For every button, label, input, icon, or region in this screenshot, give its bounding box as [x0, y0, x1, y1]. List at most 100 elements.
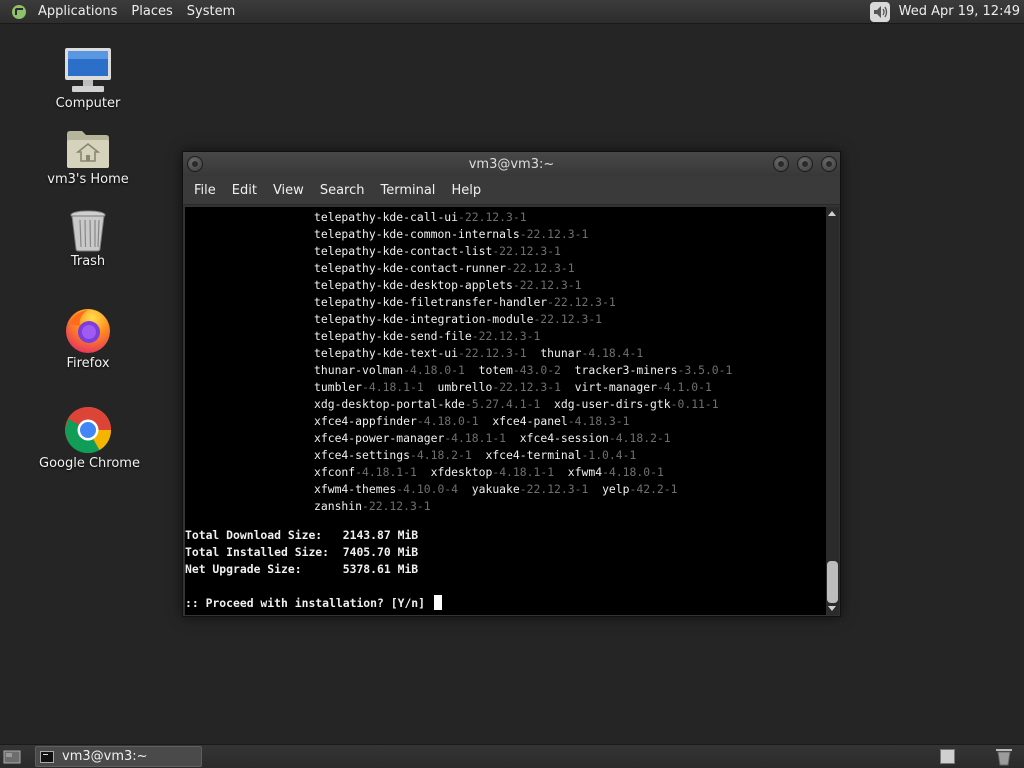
package-name: xfce4-panel [492, 414, 568, 428]
summary-upgrade: Net Upgrade Size: 5378.61 MiB [185, 562, 419, 576]
package-name: telepathy-kde-call-ui [314, 210, 459, 224]
package-name: xfce4-settings [314, 448, 411, 462]
package-name: telepathy-kde-integration-module [314, 312, 534, 326]
maximize-button[interactable] [797, 156, 813, 172]
package-name: xfwm4 [567, 465, 603, 479]
trash-icon [70, 210, 106, 252]
package-name: telepathy-kde-send-file [314, 329, 472, 343]
package-name: xdg-user-dirs-gtk [554, 397, 671, 411]
package-version: -22.12.3-1 [519, 227, 589, 241]
panel-right: Wed Apr 19, 12:49 [869, 0, 1024, 23]
window-titlebar[interactable]: vm3@vm3:~ [183, 152, 840, 176]
menu-search[interactable]: Search [312, 183, 373, 198]
package-name: xfce4-appfinder [314, 414, 417, 428]
workspace-switcher[interactable] [940, 749, 955, 764]
desktop-icon-label: Google Chrome [39, 456, 140, 471]
install-prompt: :: Proceed with installation? [Y/n] [185, 595, 442, 612]
package-version: -4.18.1-1 [362, 380, 424, 394]
package-name: tracker3-miners [574, 363, 678, 377]
taskbar-button-terminal[interactable]: vm3@vm3:~ [35, 746, 202, 767]
desktop-icon-label: Computer [55, 96, 121, 111]
package-version: -22.12.3-1 [512, 278, 582, 292]
package-name: telepathy-kde-contact-runner [314, 261, 507, 275]
package-line: xfwm4-themes-4.10.0-4 yakuake-22.12.3-1 … [314, 481, 678, 498]
package-name: xfdesktop [430, 465, 493, 479]
package-version: -1.0.4-1 [581, 448, 637, 462]
scroll-up-arrow[interactable] [828, 211, 836, 216]
prompt-text: :: Proceed with installation? [Y/n] [185, 596, 432, 610]
package-line: telepathy-kde-send-file-22.12.3-1 [314, 328, 540, 345]
scroll-thumb[interactable] [827, 561, 838, 603]
desktop-icon-trash[interactable]: Trash [39, 208, 137, 270]
close-button[interactable] [821, 156, 837, 172]
desktop-icon-computer[interactable]: Computer [39, 46, 137, 112]
package-line: telepathy-kde-text-ui-22.12.3-1 thunar-4… [314, 345, 643, 362]
system-menu[interactable]: System [180, 0, 242, 24]
package-name: telepathy-kde-common-internals [314, 227, 520, 241]
desktop-icon-home[interactable]: vm3's Home [39, 128, 137, 188]
package-line: telepathy-kde-call-ui-22.12.3-1 [314, 209, 527, 226]
package-line: telepathy-kde-contact-runner-22.12.3-1 [314, 260, 575, 277]
package-version: -0.11-1 [670, 397, 719, 411]
package-name: totem [478, 363, 513, 377]
package-line: tumbler-4.18.1-1 umbrello-22.12.3-1 virt… [314, 379, 712, 396]
desktop-icon-label: Firefox [66, 356, 110, 371]
distro-logo-icon[interactable] [11, 4, 27, 20]
menu-file[interactable]: File [186, 183, 224, 198]
package-name: thunar [540, 346, 582, 360]
window-menu-button[interactable] [187, 156, 203, 172]
package-line: thunar-volman-4.18.0-1 totem-43.0-2 trac… [314, 362, 732, 379]
summary-installed: Total Installed Size: 7405.70 MiB [185, 545, 419, 559]
show-desktop-icon[interactable] [3, 748, 21, 766]
package-version: -5.27.4.1-1 [464, 397, 541, 411]
package-version: -4.18.0-1 [416, 414, 479, 428]
applications-menu[interactable]: Applications [31, 0, 124, 24]
package-name: xfce4-terminal [485, 448, 582, 462]
terminal-scrollbar[interactable] [826, 207, 839, 615]
trash-applet-icon[interactable] [993, 747, 1015, 767]
package-name: tumbler [314, 380, 363, 394]
home-folder-icon [67, 131, 109, 168]
terminal-output[interactable]: telepathy-kde-call-ui-22.12.3-1 telepathy… [185, 207, 826, 615]
package-version: -4.18.1-1 [444, 431, 507, 445]
package-name: xfce4-session [519, 431, 609, 445]
package-version: -43.0-2 [512, 363, 561, 377]
package-line: zanshin-22.12.3-1 [314, 498, 431, 515]
desktop-icon-label: vm3's Home [47, 172, 129, 187]
package-line: xfce4-settings-4.18.2-1 xfce4-terminal-1… [314, 447, 636, 464]
package-version: -22.12.3-1 [458, 346, 527, 360]
minimize-button[interactable] [773, 156, 789, 172]
menu-help[interactable]: Help [443, 183, 489, 198]
package-name: yelp [602, 482, 630, 496]
package-name: telepathy-kde-text-ui [314, 346, 459, 360]
package-version: -42.2-1 [629, 482, 678, 496]
clock[interactable]: Wed Apr 19, 12:49 [899, 4, 1024, 19]
speaker-icon[interactable] [869, 1, 891, 23]
top-panel: Applications Places System Wed Apr 19, 1… [0, 0, 1024, 24]
package-name: xdg-desktop-portal-kde [314, 397, 465, 411]
menu-view[interactable]: View [265, 183, 312, 198]
firefox-icon [66, 309, 110, 353]
package-name: xfwm4-themes [314, 482, 397, 496]
desktop-icon-chrome[interactable]: Google Chrome [39, 406, 140, 472]
package-name: virt-manager [574, 380, 657, 394]
package-version: -4.18.0-1 [403, 363, 465, 377]
menu-edit[interactable]: Edit [224, 183, 265, 198]
task-label: vm3@vm3:~ [62, 749, 148, 764]
package-line: telepathy-kde-contact-list-22.12.3-1 [314, 243, 561, 260]
scroll-down-arrow[interactable] [828, 606, 836, 611]
window-title: vm3@vm3:~ [468, 156, 555, 172]
desktop-icon-firefox[interactable]: Firefox [39, 306, 137, 372]
package-name: umbrello [437, 380, 493, 394]
package-name: thunar-volman [314, 363, 404, 377]
package-version: -4.18.2-1 [608, 431, 671, 445]
package-version: -22.12.3-1 [492, 244, 561, 258]
package-version: -4.18.4-1 [581, 346, 644, 360]
menu-terminal[interactable]: Terminal [372, 183, 443, 198]
text-cursor [433, 595, 442, 610]
package-line: xfce4-power-manager-4.18.1-1 xfce4-sessi… [314, 430, 671, 447]
places-menu[interactable]: Places [124, 0, 179, 24]
package-line: telepathy-kde-integration-module-22.12.3… [314, 311, 602, 328]
package-name: xfconf [314, 465, 356, 479]
package-version: -4.10.0-4 [396, 482, 459, 496]
